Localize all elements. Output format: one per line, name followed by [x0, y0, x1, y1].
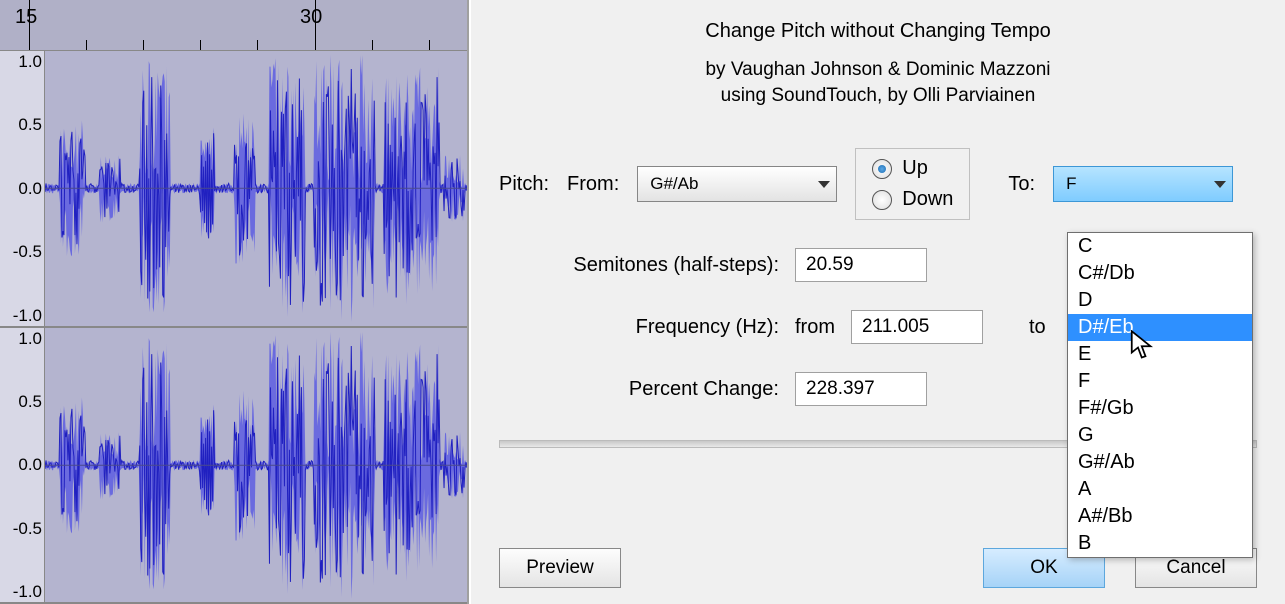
dropdown-option[interactable]: E — [1068, 341, 1252, 368]
dropdown-option[interactable]: F — [1068, 368, 1252, 395]
ruler-tick-15: 15 — [15, 6, 37, 29]
to-note-dropdown[interactable]: CC#/DbDD#/EbEFF#/GbGG#/AbAA#/BbB — [1067, 232, 1253, 558]
dropdown-option[interactable]: C — [1068, 233, 1252, 260]
ruler-tick-30: 30 — [300, 6, 322, 29]
dialog-credits: by Vaughan Johnson & Dominic Mazzoniusin… — [499, 57, 1257, 108]
chevron-down-icon — [1214, 181, 1226, 188]
frequency-label: Frequency (Hz): — [499, 316, 779, 339]
preview-button[interactable]: Preview — [499, 548, 621, 588]
radio-up[interactable]: Up — [872, 157, 953, 180]
change-pitch-dialog: Change Pitch without Changing Tempo by V… — [469, 0, 1285, 604]
dialog-title: Change Pitch without Changing Tempo — [499, 20, 1257, 43]
from-note-combo[interactable]: G#/Ab — [637, 166, 837, 202]
to-note-combo[interactable]: F — [1053, 166, 1233, 202]
track-1-wave[interactable] — [45, 51, 467, 326]
waveform-panel: 15 30 1.00.50.0-0.5-1.0 1.00.50.0-0.5-1.… — [0, 0, 469, 604]
app-root: 15 30 1.00.50.0-0.5-1.0 1.00.50.0-0.5-1.… — [0, 0, 1285, 604]
track-2[interactable]: 1.00.50.0-0.5-1.0 — [0, 328, 467, 604]
to-label: To: — [1008, 173, 1035, 196]
percent-input[interactable]: 228.397 — [795, 372, 927, 406]
timeline-ruler[interactable]: 15 30 — [0, 0, 467, 51]
frequency-from-label: from — [795, 316, 835, 339]
dropdown-option[interactable]: A#/Bb — [1068, 503, 1252, 530]
from-label: From: — [567, 173, 619, 196]
dropdown-option[interactable]: D — [1068, 287, 1252, 314]
track-1[interactable]: 1.00.50.0-0.5-1.0 — [0, 51, 467, 328]
dropdown-option[interactable]: A — [1068, 476, 1252, 503]
pitch-row: Pitch: From: G#/Ab Up Down To: F — [499, 148, 1257, 220]
semitones-label: Semitones (half-steps): — [499, 254, 779, 277]
dropdown-option[interactable]: F#/Gb — [1068, 395, 1252, 422]
dropdown-option[interactable]: G#/Ab — [1068, 449, 1252, 476]
dropdown-option[interactable]: D#/Eb — [1068, 314, 1252, 341]
dropdown-option[interactable]: C#/Db — [1068, 260, 1252, 287]
radio-down[interactable]: Down — [872, 188, 953, 211]
frequency-from-input[interactable]: 211.005 — [851, 310, 983, 344]
chevron-down-icon — [818, 181, 830, 188]
direction-radios: Up Down — [855, 148, 970, 220]
track-2-yaxis: 1.00.50.0-0.5-1.0 — [0, 328, 45, 603]
from-note-value: G#/Ab — [650, 174, 698, 194]
frequency-to-label: to — [1029, 316, 1046, 339]
track-2-wave[interactable] — [45, 328, 467, 603]
semitones-input[interactable]: 20.59 — [795, 248, 927, 282]
dropdown-option[interactable]: G — [1068, 422, 1252, 449]
track-1-yaxis: 1.00.50.0-0.5-1.0 — [0, 51, 45, 326]
radio-down-indicator — [872, 190, 892, 210]
to-note-value: F — [1066, 174, 1076, 194]
radio-up-indicator — [872, 159, 892, 179]
pitch-label: Pitch: — [499, 173, 549, 196]
dropdown-option[interactable]: B — [1068, 530, 1252, 557]
percent-label: Percent Change: — [499, 378, 779, 401]
